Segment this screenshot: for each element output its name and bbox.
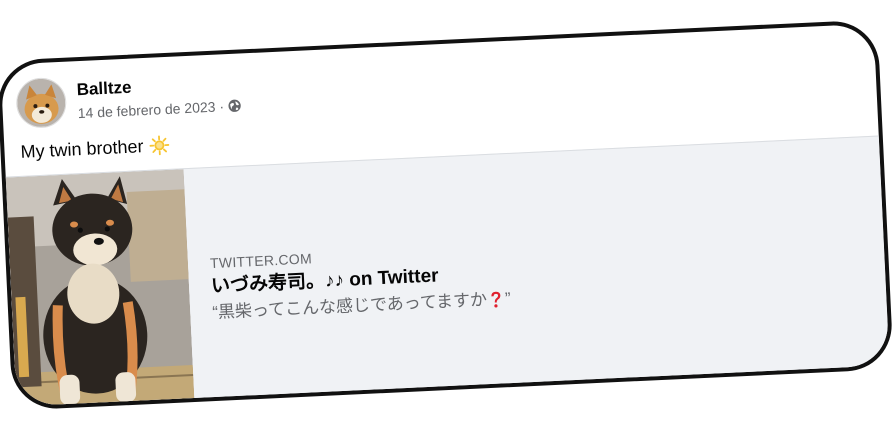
- post-text: My twin brother: [20, 133, 170, 164]
- separator-dot: ·: [219, 98, 225, 115]
- post-text-content: My twin brother: [20, 136, 144, 162]
- desc-close-quote: ”: [504, 289, 512, 309]
- red-question-mark-icon: [491, 291, 501, 308]
- avatar[interactable]: [15, 76, 68, 130]
- link-thumbnail[interactable]: [5, 169, 195, 411]
- link-body: TWITTER.COM いづみ寿司。♪♪ on Twitter “ 黒柴ってこん…: [210, 225, 833, 325]
- screenshot-stage: Balltze 14 de febrero de 2023 · My twin …: [0, 0, 894, 429]
- facebook-post-card: Balltze 14 de febrero de 2023 · My twin …: [0, 19, 894, 411]
- post-header: Balltze 14 de febrero de 2023 ·: [15, 65, 243, 132]
- post-date[interactable]: 14 de febrero de 2023: [77, 97, 216, 123]
- avatar-dog-image: [16, 77, 67, 128]
- shiba-dog-photo: [5, 169, 195, 411]
- globe-icon[interactable]: [228, 98, 243, 113]
- sun-emoji-icon: [149, 135, 170, 156]
- post-meta: Balltze 14 de febrero de 2023 ·: [76, 71, 242, 123]
- link-preview[interactable]: TWITTER.COM いづみ寿司。♪♪ on Twitter “ 黒柴ってこん…: [5, 135, 891, 411]
